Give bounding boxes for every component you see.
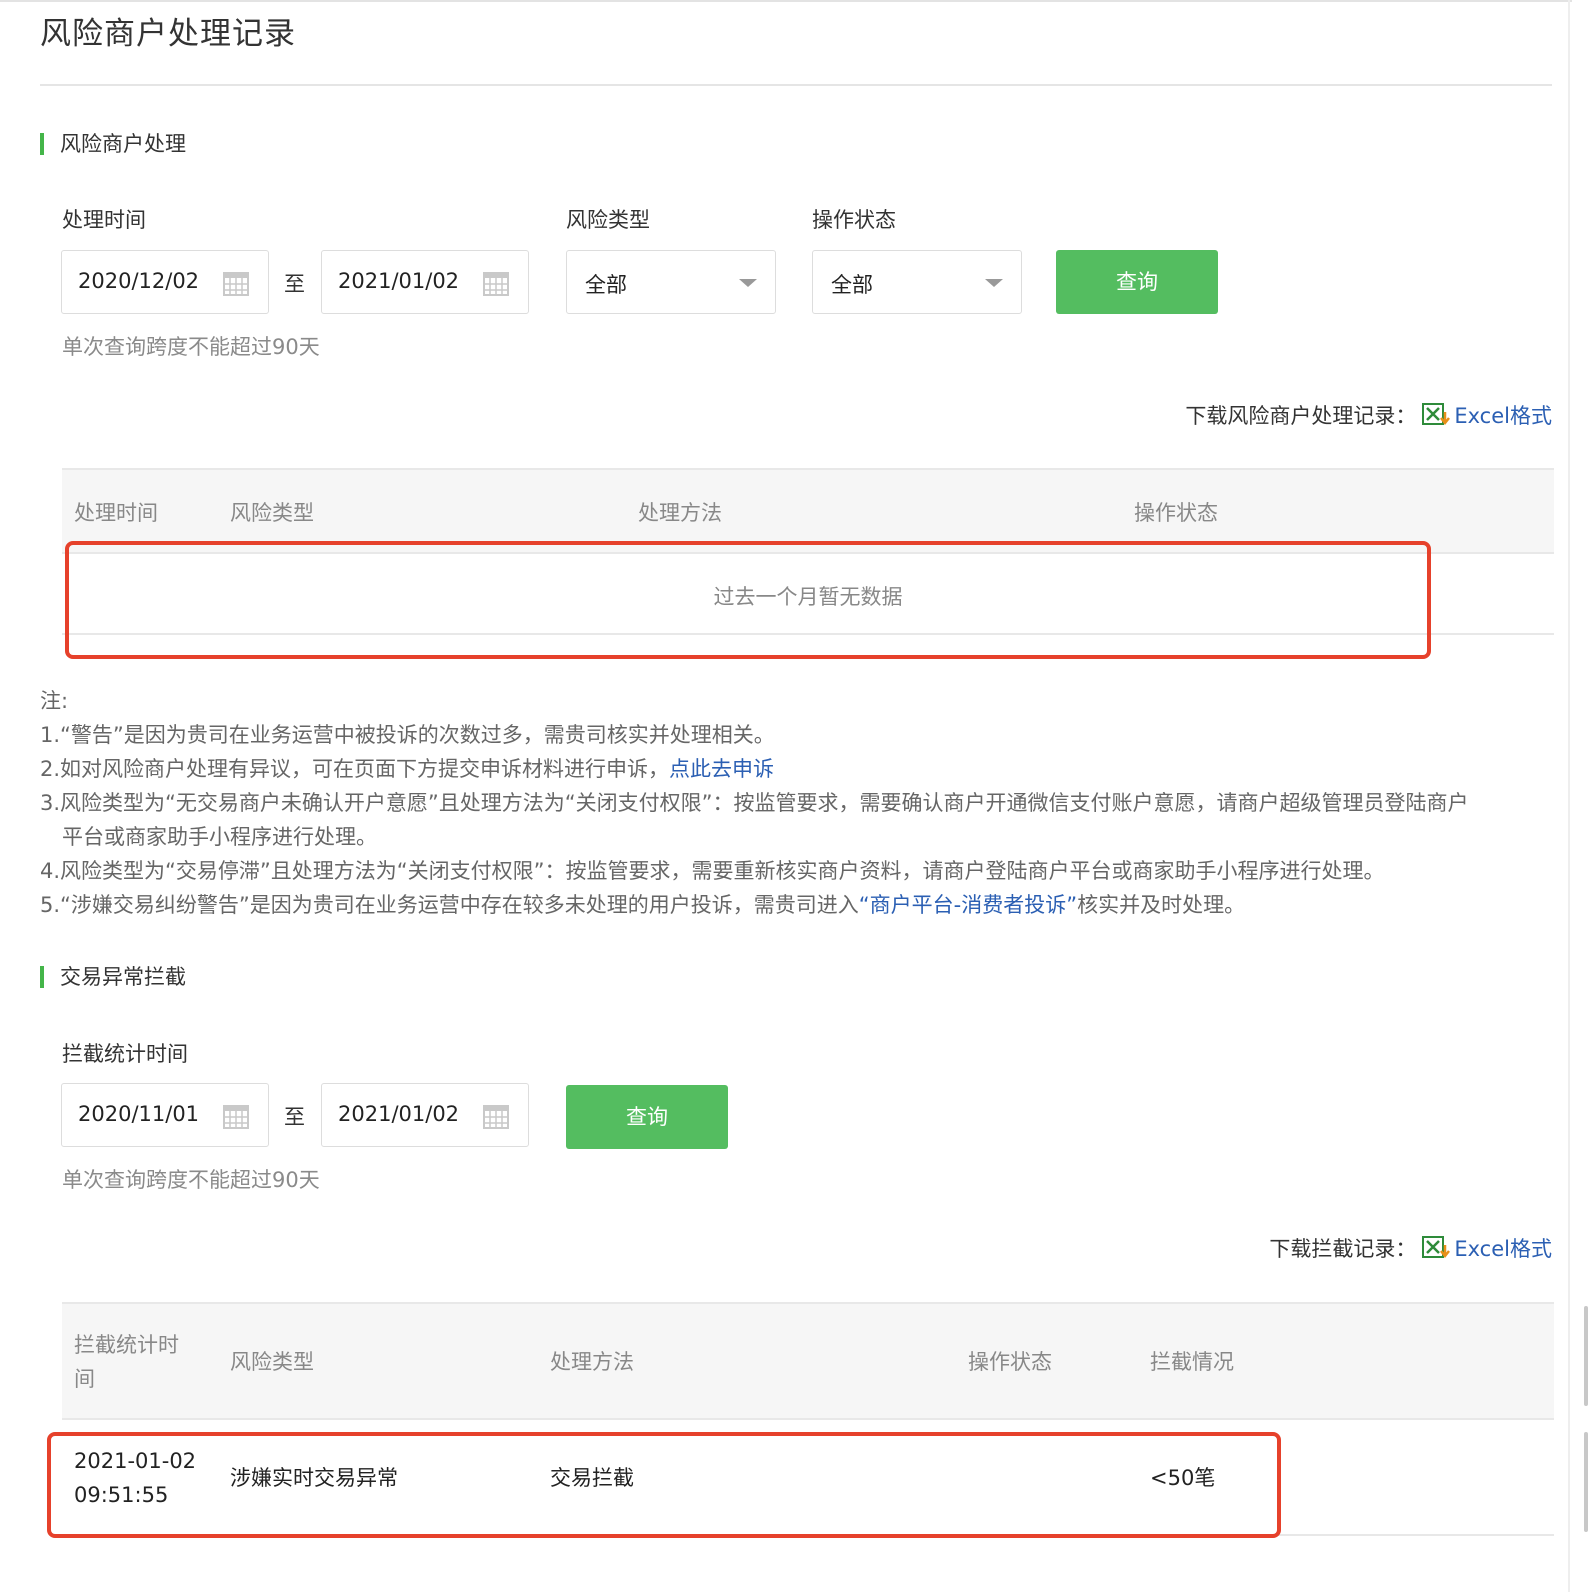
excel-icon[interactable] <box>1422 402 1451 428</box>
th-risk-type: 风险类型 <box>230 1350 314 1374</box>
cell-method: 交易拦截 <box>550 1466 634 1490</box>
th-intercept-time: 拦截统计时 间 <box>74 1328 179 1396</box>
note-2: 2.如对风险商户处理有异议，可在页面下方提交申诉材料进行申诉，点此去申诉 <box>40 752 1560 786</box>
note-4: 4.风险类型为“交易停滞”且处理方法为“关闭支付权限”：按监管要求，需要重新核实… <box>40 859 1385 883</box>
intercept-end-date-input[interactable]: 2021/01/02 <box>321 1083 529 1147</box>
row-divider <box>62 1534 1554 1536</box>
page-title: 风险商户处理记录 <box>40 16 296 52</box>
intercept-end-date-value: 2021/01/02 <box>338 1102 460 1126</box>
risk-table-header: 处理时间 风险类型 处理方法 操作状态 <box>62 468 1554 554</box>
section-title-intercept: 交易异常拦截 <box>40 965 186 989</box>
to-label: 至 <box>284 1105 305 1129</box>
note-5-tail: 核实并及时处理。 <box>1077 893 1246 917</box>
op-status-select[interactable]: 全部 <box>812 250 1022 314</box>
th-risk-type: 风险类型 <box>230 501 314 525</box>
title-divider <box>40 84 1552 86</box>
th-process-method: 处理方法 <box>550 1350 634 1374</box>
query-button[interactable]: 查询 <box>1056 250 1218 314</box>
intercept-table-header: 拦截统计时 间 风险类型 处理方法 操作状态 拦截情况 <box>62 1302 1554 1420</box>
scrollbar-thumb-lower[interactable] <box>1584 1432 1588 1532</box>
th-intercept-time-line1: 拦截统计时 <box>74 1333 179 1357</box>
appeal-link[interactable]: 点此去申诉 <box>669 757 774 781</box>
note-1: 1.“警告”是因为贵司在业务运营中被投诉的次数过多，需贵司核实并处理相关。 <box>40 723 775 747</box>
notes-title: 注: <box>40 689 69 713</box>
th-op-status: 操作状态 <box>968 1350 1052 1374</box>
cell-result: <50笔 <box>1150 1466 1216 1490</box>
label-process-time: 处理时间 <box>62 208 146 232</box>
cell-date: 2021-01-02 <box>74 1449 197 1473</box>
download-risk-records: 下载风险商户处理记录： Excel格式 <box>1185 402 1552 430</box>
empty-row: 过去一个月暂无数据 <box>62 553 1554 635</box>
excel-icon[interactable] <box>1422 1235 1451 1261</box>
label-risk-type: 风险类型 <box>566 208 650 232</box>
th-intercept-result: 拦截情况 <box>1150 1350 1234 1374</box>
calendar-icon[interactable] <box>482 1102 510 1130</box>
note-2-text: 2.如对风险商户处理有异议，可在页面下方提交申诉材料进行申诉， <box>40 757 670 781</box>
note-3-cont: 平台或商家助手小程序进行处理。 <box>62 825 377 849</box>
risk-type-value: 全部 <box>585 273 627 297</box>
calendar-icon[interactable] <box>222 269 250 297</box>
download-label: 下载风险商户处理记录： <box>1185 404 1417 428</box>
end-date-value: 2021/01/02 <box>338 269 460 293</box>
th-process-time: 处理时间 <box>74 501 158 525</box>
intercept-start-date-value: 2020/11/01 <box>78 1102 200 1126</box>
th-intercept-time-line2: 间 <box>74 1367 95 1391</box>
chevron-down-icon <box>739 279 757 287</box>
to-label: 至 <box>284 272 305 296</box>
excel-download-link[interactable]: Excel格式 <box>1454 404 1552 428</box>
label-op-status: 操作状态 <box>812 208 896 232</box>
complaint-link[interactable]: “商户平台-消费者投诉” <box>859 893 1077 917</box>
query-span-hint: 单次查询跨度不能超过90天 <box>62 335 320 359</box>
start-date-value: 2020/12/02 <box>78 269 200 293</box>
intercept-query-button[interactable]: 查询 <box>566 1085 728 1149</box>
note-5: 5.“涉嫌交易纠纷警告”是因为贵司在业务运营中存在较多未处理的用户投诉，需贵司进… <box>40 888 1560 922</box>
cell-time: 2021-01-02 09:51:55 <box>74 1444 196 1512</box>
download-label: 下载拦截记录： <box>1269 1237 1417 1261</box>
op-status-value: 全部 <box>831 273 873 297</box>
right-border <box>1568 0 1570 1592</box>
th-process-method: 处理方法 <box>638 501 722 525</box>
intercept-start-date-input[interactable]: 2020/11/01 <box>61 1083 269 1147</box>
label-intercept-time: 拦截统计时间 <box>62 1042 188 1066</box>
calendar-icon[interactable] <box>482 269 510 297</box>
end-date-input[interactable]: 2021/01/02 <box>321 250 529 314</box>
scrollbar-thumb[interactable] <box>1584 1306 1588 1406</box>
top-border <box>0 0 1572 2</box>
intercept-span-hint: 单次查询跨度不能超过90天 <box>62 1168 320 1192</box>
cell-risk-type: 涉嫌实时交易异常 <box>230 1466 398 1490</box>
start-date-input[interactable]: 2020/12/02 <box>61 250 269 314</box>
note-5-text: 5.“涉嫌交易纠纷警告”是因为贵司在业务运营中存在较多未处理的用户投诉，需贵司进… <box>40 893 859 917</box>
section-title-risk: 风险商户处理 <box>40 132 186 156</box>
calendar-icon[interactable] <box>222 1102 250 1130</box>
cell-clock: 09:51:55 <box>74 1483 169 1507</box>
download-intercept-records: 下载拦截记录： Excel格式 <box>1269 1235 1552 1263</box>
risk-type-select[interactable]: 全部 <box>566 250 776 314</box>
chevron-down-icon <box>985 279 1003 287</box>
excel-download-link[interactable]: Excel格式 <box>1454 1237 1552 1261</box>
th-op-status: 操作状态 <box>1134 501 1218 525</box>
empty-message: 过去一个月暂无数据 <box>713 585 903 609</box>
note-3: 3.风险类型为“无交易商户未确认开户意愿”且处理方法为“关闭支付权限”：按监管要… <box>40 791 1469 815</box>
notes: 注: 1.“警告”是因为贵司在业务运营中被投诉的次数过多，需贵司核实并处理相关。… <box>40 684 1560 922</box>
